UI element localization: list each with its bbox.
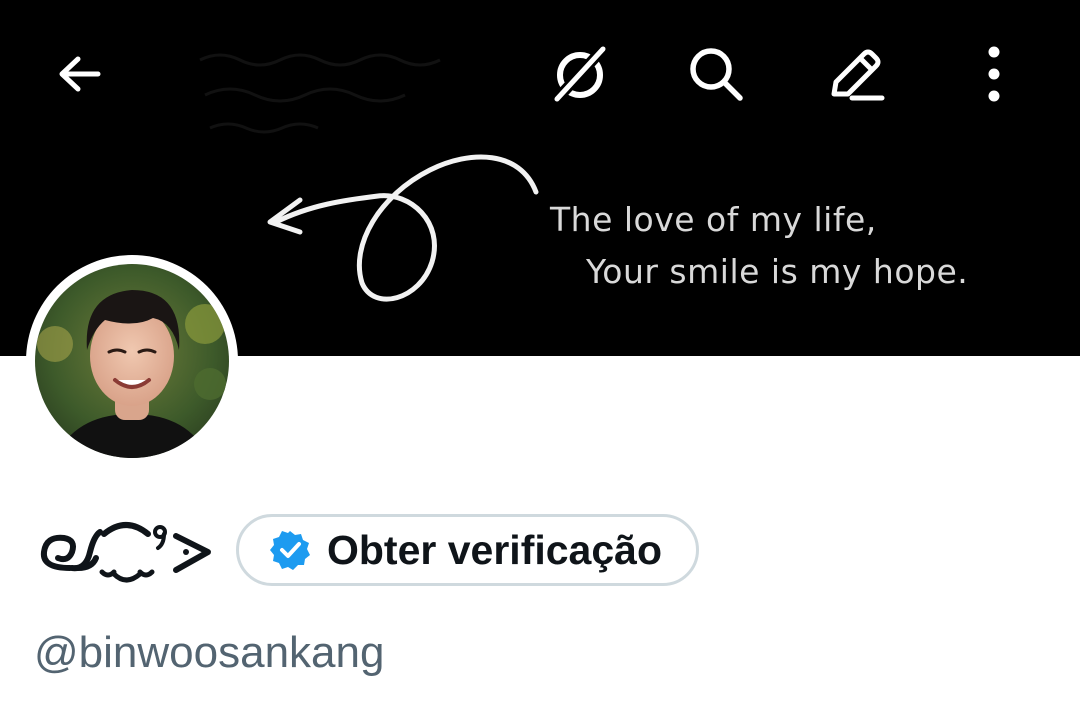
profile-page: The love of my life, Your smile is my ho… <box>0 0 1080 708</box>
banner-quote-line-1: The love of my life, <box>550 200 877 239</box>
grok-button[interactable] <box>544 38 616 110</box>
display-name <box>36 512 216 588</box>
profile-handle: @binwoosankang <box>34 628 385 677</box>
profile-avatar[interactable] <box>26 255 238 467</box>
avatar-photo <box>35 264 229 458</box>
verified-badge-icon <box>270 531 310 570</box>
get-verified-label: Obter verificação <box>327 526 662 573</box>
get-verified-button[interactable]: Obter verificação <box>236 514 699 586</box>
back-button[interactable] <box>44 38 116 110</box>
banner-quote-line-2: Your smile is my hope. <box>586 252 969 291</box>
grok-icon <box>551 43 609 105</box>
more-options-button[interactable] <box>958 38 1030 110</box>
search-icon <box>690 48 743 101</box>
more-vertical-icon <box>988 46 1000 102</box>
display-name-glyphs <box>40 522 211 583</box>
name-row: Obter verificação <box>36 512 699 588</box>
arrow-left-icon <box>59 56 101 92</box>
edit-pencil-icon <box>831 49 885 101</box>
search-button[interactable] <box>680 38 752 110</box>
edit-button[interactable] <box>818 38 890 110</box>
